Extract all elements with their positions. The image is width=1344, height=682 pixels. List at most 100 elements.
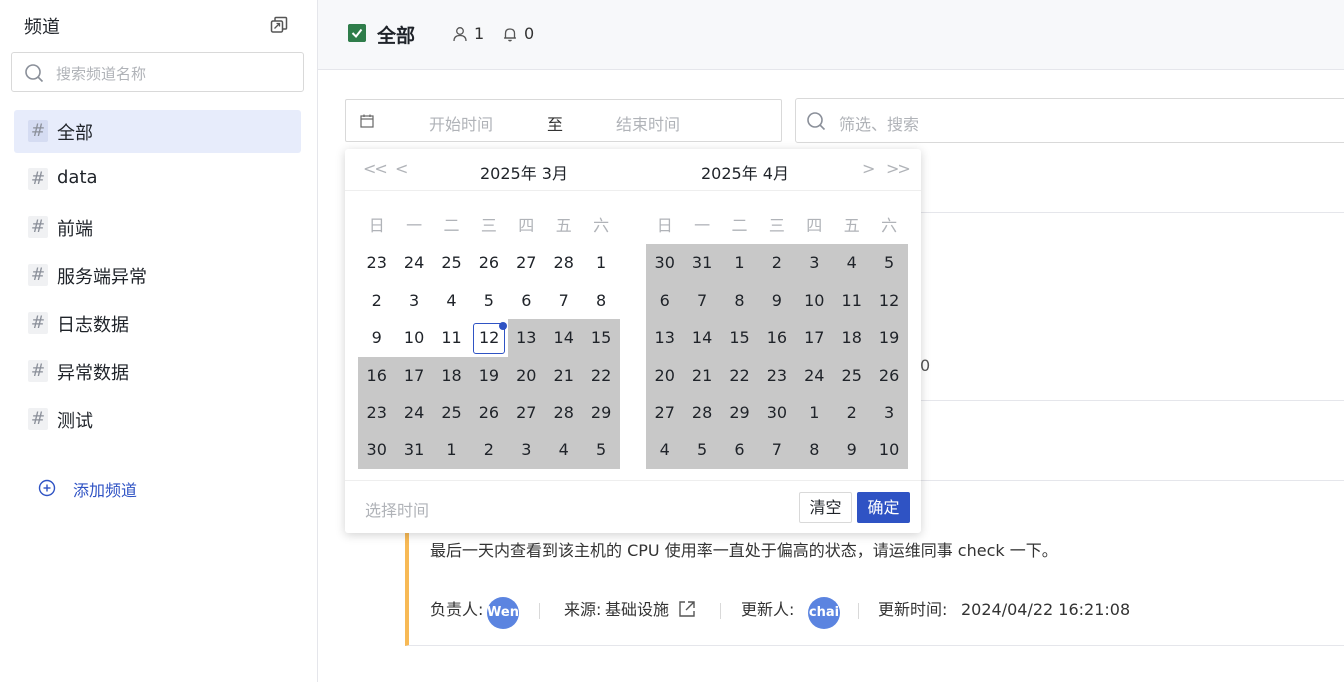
external-link-icon[interactable]: [678, 600, 696, 618]
clear-button[interactable]: 清空: [799, 492, 852, 523]
calendar-day[interactable]: 7: [545, 282, 582, 319]
calendar-day[interactable]: 3: [795, 244, 833, 282]
next-year-icon[interactable]: >>: [886, 159, 911, 178]
calendar-day[interactable]: 24: [395, 394, 433, 432]
calendar-day[interactable]: 19: [470, 356, 508, 394]
calendar-day[interactable]: 13: [507, 319, 545, 357]
calendar-day[interactable]: 24: [795, 356, 833, 394]
calendar-day[interactable]: 28: [545, 394, 583, 432]
calendar-day[interactable]: 28: [545, 244, 582, 281]
calendar-day[interactable]: 6: [720, 431, 759, 469]
calendar-day[interactable]: 15: [582, 319, 620, 357]
calendar-day[interactable]: 30: [758, 394, 796, 432]
collapse-panel-icon[interactable]: [270, 16, 288, 34]
sidebar-item-frontend[interactable]: # 前端: [14, 206, 301, 254]
calendar-day[interactable]: 5: [683, 431, 721, 469]
calendar-day[interactable]: 3: [507, 431, 545, 469]
prev-year-icon[interactable]: <<: [363, 159, 388, 178]
sidebar-item-all[interactable]: # 全部: [14, 110, 301, 153]
calendar-day[interactable]: 22: [582, 356, 620, 394]
calendar-day[interactable]: 31: [683, 244, 721, 282]
updater-avatar[interactable]: chai: [808, 597, 840, 629]
calendar-day[interactable]: 8: [795, 431, 833, 469]
start-time-input[interactable]: 开始时间: [429, 111, 493, 135]
calendar-day[interactable]: 3: [395, 282, 432, 319]
calendar-day[interactable]: 12: [470, 319, 508, 356]
channel-search-input[interactable]: 搜索频道名称: [11, 52, 304, 92]
calendar-day[interactable]: 17: [795, 319, 833, 357]
prev-month-icon[interactable]: <: [395, 159, 408, 178]
calendar-day[interactable]: 9: [758, 281, 796, 320]
calendar-day[interactable]: 1: [720, 244, 759, 282]
calendar-day[interactable]: 18: [432, 356, 471, 394]
calendar-day[interactable]: 25: [433, 244, 470, 281]
calendar-day[interactable]: 1: [582, 244, 619, 281]
calendar-day[interactable]: 14: [545, 319, 583, 357]
sidebar-item-server-errors[interactable]: # 服务端异常: [14, 254, 301, 302]
sidebar-item-log-data[interactable]: # 日志数据: [14, 302, 301, 350]
calendar-day[interactable]: 15: [720, 319, 759, 357]
calendar-day[interactable]: 27: [508, 244, 545, 281]
calendar-day[interactable]: 1: [432, 431, 471, 469]
calendar-day[interactable]: 14: [683, 319, 721, 357]
calendar-day[interactable]: 6: [508, 282, 545, 319]
calendar-day[interactable]: 6: [646, 281, 684, 320]
calendar-day[interactable]: 23: [758, 356, 796, 394]
filter-search-input[interactable]: 筛选、搜索: [795, 98, 1344, 143]
calendar-day[interactable]: 2: [758, 244, 796, 282]
calendar-day[interactable]: 4: [833, 244, 871, 282]
calendar-day[interactable]: 3: [870, 394, 908, 432]
calendar-day[interactable]: 12: [870, 281, 908, 320]
confirm-button[interactable]: 确定: [857, 492, 910, 523]
sidebar-item-data[interactable]: # data: [14, 158, 301, 206]
calendar-day[interactable]: 27: [507, 394, 545, 432]
calendar-day[interactable]: 20: [507, 356, 545, 394]
calendar-day[interactable]: 30: [646, 244, 684, 282]
calendar-day[interactable]: 9: [833, 431, 871, 469]
calendar-day[interactable]: 26: [470, 394, 508, 432]
calendar-day[interactable]: 5: [582, 431, 620, 469]
sidebar-item-test[interactable]: # 测试: [14, 398, 301, 446]
calendar-day[interactable]: 29: [582, 394, 620, 432]
calendar-day[interactable]: 23: [358, 244, 395, 281]
source-value[interactable]: 基础设施: [605, 599, 669, 631]
calendar-day[interactable]: 8: [720, 281, 759, 320]
calendar-day[interactable]: 17: [395, 356, 433, 394]
calendar-day[interactable]: 26: [870, 356, 908, 394]
next-month-icon[interactable]: >: [862, 159, 875, 178]
calendar-day[interactable]: 27: [646, 394, 684, 432]
calendar-day[interactable]: 21: [545, 356, 583, 394]
calendar-day[interactable]: 20: [646, 356, 684, 394]
calendar-day[interactable]: 7: [758, 431, 796, 469]
calendar-day[interactable]: 4: [545, 431, 583, 469]
calendar-day[interactable]: 25: [432, 394, 471, 432]
calendar-day[interactable]: 5: [470, 282, 507, 319]
owner-avatar[interactable]: Wend: [487, 597, 519, 629]
calendar-day[interactable]: 8: [582, 282, 619, 319]
calendar-day[interactable]: 5: [870, 244, 908, 282]
calendar-day[interactable]: 24: [395, 244, 432, 281]
calendar-day[interactable]: 22: [720, 356, 759, 394]
calendar-day[interactable]: 13: [646, 319, 684, 357]
calendar-day[interactable]: 25: [833, 356, 871, 394]
calendar-day[interactable]: 16: [758, 319, 796, 357]
calendar-day[interactable]: 11: [833, 281, 871, 320]
end-time-input[interactable]: 结束时间: [616, 111, 680, 135]
calendar-day[interactable]: 9: [358, 319, 395, 356]
calendar-day[interactable]: 30: [358, 431, 396, 469]
calendar-day[interactable]: 1: [795, 394, 833, 432]
calendar-day[interactable]: 23: [358, 394, 396, 432]
calendar-day[interactable]: 31: [395, 431, 433, 469]
calendar-day[interactable]: 2: [470, 431, 508, 469]
calendar-day[interactable]: 16: [358, 356, 396, 394]
sidebar-item-anomaly-data[interactable]: # 异常数据: [14, 350, 301, 398]
calendar-day[interactable]: 4: [433, 282, 470, 319]
date-range-picker[interactable]: 开始时间 至 结束时间: [345, 99, 782, 142]
calendar-day[interactable]: 2: [358, 282, 395, 319]
calendar-day[interactable]: 26: [470, 244, 507, 281]
calendar-day[interactable]: 7: [683, 281, 721, 320]
calendar-day[interactable]: 11: [433, 319, 470, 356]
calendar-day[interactable]: 19: [870, 319, 908, 357]
calendar-day[interactable]: 2: [833, 394, 871, 432]
calendar-day[interactable]: 18: [833, 319, 871, 357]
